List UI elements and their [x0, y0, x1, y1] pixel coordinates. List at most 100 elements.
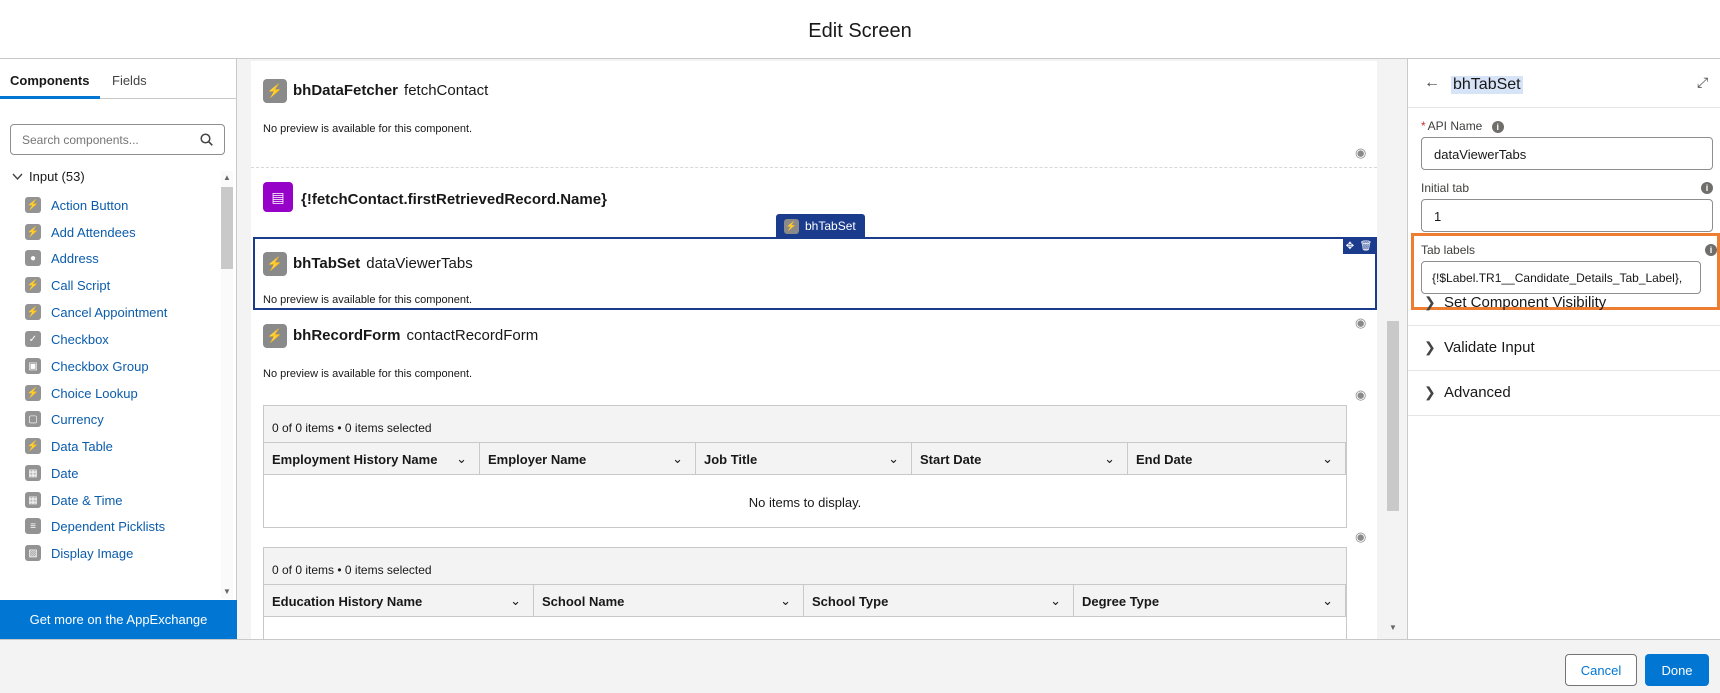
chevron-down-icon[interactable]: ⌄ [1322, 593, 1333, 609]
list-item[interactable]: ▢ Currency [25, 407, 104, 431]
component-title[interactable]: bhTabSet dataViewerTabs [293, 255, 473, 272]
initial-tab-field[interactable]: 1 [1421, 199, 1713, 232]
list-item[interactable]: ⚡ Add Attendees [25, 220, 136, 244]
list-item-label: Add Attendees [51, 224, 136, 240]
column-label: End Date [1136, 452, 1193, 467]
column-header[interactable]: School Name ⌄ [534, 585, 804, 616]
list-item-label: Action Button [51, 197, 129, 213]
eye-icon[interactable]: ◉ [1355, 145, 1366, 161]
component-type: bhDataFetcher [293, 82, 399, 99]
api-name-label-text: API Name [1427, 119, 1483, 133]
category-label: Input (53) [29, 169, 85, 184]
scrollbar-thumb[interactable] [221, 187, 233, 269]
list-item[interactable]: ✓ Checkbox [25, 327, 109, 351]
list-item-label: Checkbox Group [51, 358, 149, 374]
category-input[interactable]: Input (53) [12, 169, 85, 184]
table-empty-message: No items to display. [264, 617, 1346, 639]
divider [251, 167, 1377, 168]
initial-tab-label: Initial tab i [1421, 181, 1713, 195]
canvas-area: ⚡ bhDataFetcher fetchContact No preview i… [237, 59, 1407, 639]
done-button[interactable]: Done [1645, 654, 1709, 686]
component-type: bhRecordForm [293, 327, 401, 344]
active-tab-indicator [0, 96, 100, 99]
info-icon[interactable]: i [1701, 182, 1713, 194]
list-item[interactable]: ▦ Date [25, 461, 78, 485]
properties-header: ← bhTabSet ⤢ [1408, 59, 1720, 108]
section-validate-input[interactable]: ❯ Validate Input [1408, 326, 1720, 371]
chevron-down-icon[interactable]: ⌄ [1322, 451, 1333, 467]
bolt-icon: ⚡ [263, 79, 287, 103]
list-item-label: Display Image [51, 545, 134, 561]
back-arrow-icon[interactable]: ← [1424, 74, 1440, 92]
list-item[interactable]: ▨ Display Image [25, 541, 133, 565]
search-icon[interactable] [200, 133, 213, 151]
chevron-down-icon [12, 169, 23, 184]
list-item[interactable]: ⚡ Action Button [25, 193, 128, 217]
scroll-down-icon[interactable]: ▼ [223, 587, 231, 596]
checkbox-icon: ✓ [25, 331, 41, 347]
no-preview-text: No preview is available for this compone… [263, 123, 473, 135]
list-item-label: Address [51, 250, 99, 266]
eye-icon[interactable]: ◉ [1355, 529, 1366, 545]
appexchange-link[interactable]: Get more on the AppExchange [0, 600, 237, 639]
list-item[interactable]: ▣ Checkbox Group [25, 354, 149, 378]
section-set-component-visibility[interactable]: ❯ Set Component Visibility [1408, 281, 1720, 326]
column-header[interactable]: School Type ⌄ [804, 585, 1074, 616]
component-toolbar: ✥ 🗑 [1343, 239, 1375, 254]
tab-fields[interactable]: Fields [112, 73, 147, 88]
checkbox-group-icon: ▣ [25, 358, 41, 374]
section-advanced[interactable]: ❯ Advanced [1408, 371, 1720, 416]
list-item[interactable]: ⚡ Call Script [25, 273, 110, 297]
chevron-down-icon[interactable]: ⌄ [456, 451, 467, 467]
page-title: Edit Screen [808, 20, 912, 42]
info-icon[interactable]: i [1705, 244, 1717, 256]
section-label: Set Component Visibility [1444, 294, 1607, 311]
column-label: Education History Name [272, 594, 423, 609]
list-item[interactable]: ▦ Date & Time [25, 488, 123, 512]
cancel-button[interactable]: Cancel [1565, 654, 1637, 686]
chevron-down-icon[interactable]: ⌄ [780, 593, 791, 609]
delete-icon[interactable]: 🗑 [1360, 241, 1373, 252]
contact-card-icon: ▤ [263, 182, 293, 212]
scrollbar-thumb[interactable] [1387, 321, 1399, 511]
eye-icon[interactable]: ◉ [1355, 387, 1366, 403]
scroll-down-icon[interactable]: ▼ [1389, 623, 1397, 632]
table-header: Education History Name ⌄ School Name ⌄ Sch… [264, 584, 1346, 617]
column-header[interactable]: Employer Name ⌄ [480, 443, 696, 474]
component-title[interactable]: bhDataFetcher fetchContact [293, 82, 488, 99]
display-text-formula[interactable]: {!fetchContact.firstRetrievedRecord.Name… [301, 191, 607, 208]
column-header[interactable]: Employment History Name ⌄ [264, 443, 480, 474]
list-item[interactable]: ⚡ Data Table [25, 434, 113, 458]
search-input[interactable] [11, 125, 191, 154]
column-header[interactable]: Job Title ⌄ [696, 443, 912, 474]
column-header[interactable]: Start Date ⌄ [912, 443, 1128, 474]
column-header[interactable]: Education History Name ⌄ [264, 585, 534, 616]
list-item[interactable]: ● Address [25, 246, 99, 270]
table-count: 0 of 0 items • 0 items selected [264, 548, 1346, 584]
info-icon[interactable]: i [1491, 120, 1504, 133]
expand-icon[interactable]: ⤢ [1697, 74, 1708, 91]
data-table: 0 of 0 items • 0 items selected Employme… [263, 405, 1347, 528]
list-item[interactable]: ≡ Dependent Picklists [25, 514, 165, 538]
api-name-field[interactable]: dataViewerTabs [1421, 137, 1713, 170]
tab-components[interactable]: Components [10, 73, 89, 88]
column-label: Degree Type [1082, 594, 1160, 609]
chevron-down-icon[interactable]: ⌄ [1050, 593, 1061, 609]
column-label: Employer Name [488, 452, 587, 467]
chevron-down-icon[interactable]: ⌄ [888, 451, 899, 467]
column-header[interactable]: Degree Type ⌄ [1074, 585, 1346, 616]
eye-icon[interactable]: ◉ [1355, 315, 1366, 331]
column-header[interactable]: End Date ⌄ [1128, 443, 1346, 474]
bolt-icon: ⚡ [25, 197, 41, 213]
list-item[interactable]: ⚡ Choice Lookup [25, 381, 138, 405]
scroll-up-icon[interactable]: ▲ [223, 173, 231, 182]
list-item[interactable]: ⚡ Cancel Appointment [25, 300, 167, 324]
chevron-down-icon[interactable]: ⌄ [1104, 451, 1115, 467]
chevron-down-icon[interactable]: ⌄ [510, 593, 521, 609]
component-title[interactable]: bhRecordForm contactRecordForm [293, 327, 538, 344]
move-icon[interactable]: ✥ [1346, 241, 1354, 252]
canvas-scrollbar[interactable]: ▼ [1387, 61, 1399, 639]
chevron-down-icon[interactable]: ⌄ [672, 451, 683, 467]
left-scrollbar[interactable]: ▲ ▼ [221, 171, 233, 599]
components-panel: Components Fields Input (53) ⚡ Action But… [0, 59, 237, 639]
